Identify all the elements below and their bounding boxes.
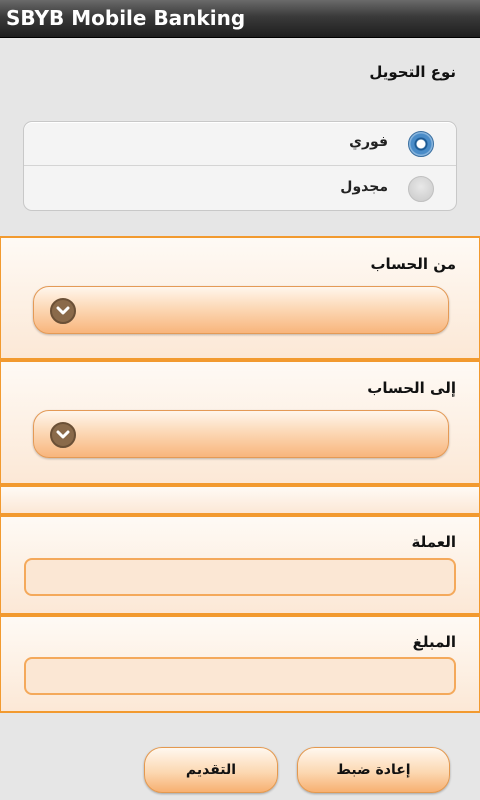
reset-button[interactable]: إعادة ضبط bbox=[297, 747, 450, 793]
radio-selected-icon[interactable] bbox=[408, 131, 434, 157]
spacer-panel bbox=[0, 485, 480, 515]
radio-unselected-icon[interactable] bbox=[408, 176, 434, 202]
currency-label: العملة bbox=[411, 533, 456, 551]
currency-field[interactable] bbox=[24, 558, 456, 596]
app-title-bar: SBYB Mobile Banking bbox=[0, 0, 480, 38]
to-account-panel: إلى الحساب bbox=[0, 360, 480, 485]
amount-panel: المبلغ bbox=[0, 615, 480, 713]
radio-label-instant: فوري bbox=[349, 134, 388, 150]
from-account-panel: من الحساب bbox=[0, 236, 480, 360]
from-account-label: من الحساب bbox=[370, 255, 456, 273]
from-account-dropdown[interactable] bbox=[33, 286, 449, 334]
chevron-down-icon bbox=[50, 422, 76, 448]
radio-option-instant[interactable]: فوري bbox=[24, 122, 456, 166]
radio-label-scheduled: مجدول bbox=[340, 179, 388, 195]
to-account-label: إلى الحساب bbox=[367, 379, 456, 397]
transfer-type-label: نوع التحويل bbox=[369, 63, 456, 81]
to-account-dropdown[interactable] bbox=[33, 410, 449, 458]
app-title: SBYB Mobile Banking bbox=[6, 6, 246, 30]
currency-panel: العملة bbox=[0, 515, 480, 615]
submit-button[interactable]: التقديم bbox=[144, 747, 278, 793]
amount-label: المبلغ bbox=[412, 633, 456, 651]
transfer-type-radio-group: فوري مجدول bbox=[23, 121, 457, 211]
chevron-down-icon bbox=[50, 298, 76, 324]
amount-field[interactable] bbox=[24, 657, 456, 695]
radio-option-scheduled[interactable]: مجدول bbox=[24, 167, 456, 211]
